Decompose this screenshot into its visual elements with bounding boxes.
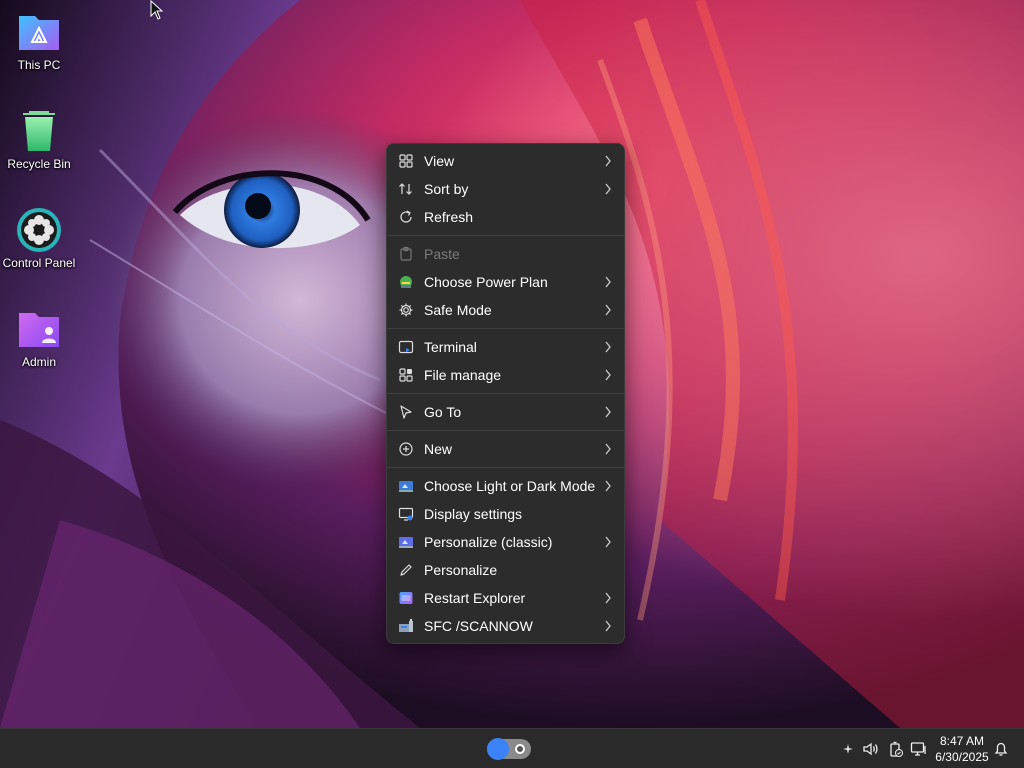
personalize-classic-icon [399,537,413,548]
desktop-icon-label: This PC [17,58,61,72]
cursor-arrow-icon [400,405,412,419]
chevron-right-icon [605,341,611,353]
menu-separator [387,235,624,236]
control-panel-gear-icon [15,206,63,254]
chevron-right-icon [605,443,611,455]
menu-item-personalize[interactable]: Personalize [387,556,624,584]
desktop-context-menu: View Sort by Refresh Paste Choose Power … [386,143,625,644]
this-pc-folder-icon [15,8,63,56]
sparkle-icon[interactable] [839,740,857,758]
menu-item-sort-by[interactable]: Sort by [387,175,624,203]
menu-item-label: Personalize (classic) [424,534,553,550]
menu-item-paste: Paste [387,240,624,268]
menu-item-label: Go To [424,404,462,420]
clock-date: 6/30/2025 [935,750,989,764]
chevron-right-icon [605,592,611,604]
desktop-icon-this-pc[interactable]: This PC [0,8,78,72]
notification-bell-icon[interactable] [992,740,1010,758]
menu-item-label: File manage [424,367,502,383]
terminal-icon [398,340,414,354]
toggle-knob [487,738,509,760]
menu-item-terminal[interactable]: Terminal [387,333,624,361]
desktop-icon-admin[interactable]: Admin [0,305,78,369]
pen-icon [400,564,412,576]
gear-icon [399,303,413,317]
menu-item-safe-mode[interactable]: Safe Mode [387,296,624,324]
menu-item-choose-light-or-dark-mode[interactable]: Choose Light or Dark Mode [387,472,624,500]
menu-item-label: Paste [424,246,460,262]
menu-item-choose-power-plan[interactable]: Choose Power Plan [387,268,624,296]
toggle-switch-icon[interactable] [487,738,531,760]
desktop-icon-recycle-bin[interactable]: Recycle Bin [0,107,78,171]
chevron-right-icon [605,620,611,632]
user-folder-icon [15,305,63,353]
menu-item-file-manage[interactable]: File manage [387,361,624,389]
menu-item-label: Refresh [424,209,474,225]
battery-icon[interactable] [887,740,905,758]
menu-separator [387,467,624,468]
plus-circle-icon [399,442,413,456]
menu-item-label: Choose Power Plan [424,274,548,290]
desktop-icon-label: Recycle Bin [7,157,71,171]
menu-item-refresh[interactable]: Refresh [387,203,624,231]
sort-icon [399,183,412,195]
system-clock[interactable]: 8:47 AM 6/30/2025 [930,733,994,765]
menu-item-label: View [424,153,455,169]
desktop-icon-label: Control Panel [2,256,76,270]
menu-separator [387,430,624,431]
desktop-icon-label: Admin [21,355,56,369]
menu-item-restart-explorer[interactable]: Restart Explorer [387,584,624,612]
toggle-indicator [515,744,525,754]
menu-item-view[interactable]: View [387,147,624,175]
menu-item-new[interactable]: New [387,435,624,463]
sfc-scan-icon [399,619,413,632]
file-manage-icon [399,368,413,382]
display-settings-icon [398,507,414,521]
chevron-right-icon [605,406,611,418]
chevron-right-icon [605,155,611,167]
recycle-bin-icon [15,107,63,155]
chevron-right-icon [605,304,611,316]
clock-time: 8:47 AM [939,734,985,748]
menu-item-go-to[interactable]: Go To [387,398,624,426]
menu-item-label: Safe Mode [424,302,492,318]
menu-item-label: Sort by [424,181,469,197]
desktop-icon-control-panel[interactable]: Control Panel [0,206,78,270]
chevron-right-icon [605,369,611,381]
menu-separator [387,328,624,329]
chevron-right-icon [605,480,611,492]
chevron-right-icon [605,183,611,195]
menu-item-label: Choose Light or Dark Mode [424,478,596,494]
menu-separator [387,393,624,394]
menu-item-personalize-classic[interactable]: Personalize (classic) [387,528,624,556]
menu-item-label: Terminal [424,339,477,355]
chevron-right-icon [605,276,611,288]
menu-item-label: SFC /SCANNOW [424,618,533,634]
power-plan-icon [400,276,412,288]
volume-icon[interactable] [862,740,880,758]
menu-item-display-settings[interactable]: Display settings [387,500,624,528]
grid-view-icon [399,154,413,168]
menu-item-sfc-scannow[interactable]: SFC /SCANNOW [387,612,624,640]
menu-item-label: Display settings [424,506,523,522]
network-icon[interactable] [910,740,928,758]
menu-item-label: Restart Explorer [424,590,526,606]
refresh-icon [400,210,412,223]
restart-explorer-icon [399,592,413,604]
menu-item-label: Personalize [424,562,498,578]
chevron-right-icon [605,536,611,548]
theme-mode-icon [399,481,413,492]
paste-icon [400,246,412,261]
mouse-cursor-icon [150,0,164,20]
taskbar: 8:47 AM 6/30/2025 [0,728,1024,768]
menu-item-label: New [424,441,453,457]
